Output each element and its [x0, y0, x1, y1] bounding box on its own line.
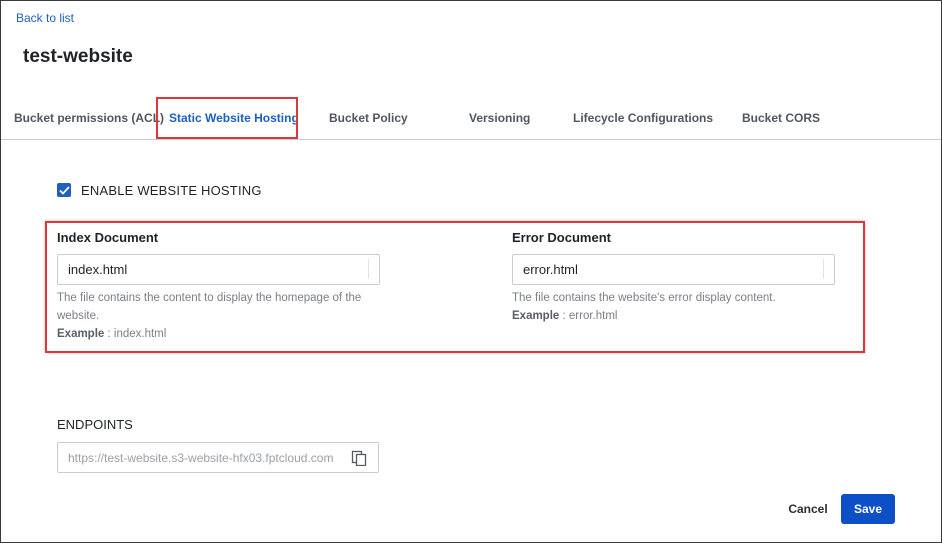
input-divider — [823, 259, 824, 279]
tab-bucket-permissions[interactable]: Bucket permissions (ACL) — [14, 111, 164, 125]
enable-website-hosting-toggle[interactable]: ENABLE WEBSITE HOSTING — [57, 181, 262, 199]
error-document-input[interactable] — [512, 254, 835, 285]
tab-versioning[interactable]: Versioning — [469, 111, 530, 125]
error-document-label: Error Document — [512, 230, 611, 245]
index-example-label: Example — [57, 328, 105, 340]
enable-website-hosting-label: ENABLE WEBSITE HOSTING — [81, 182, 262, 198]
endpoints-label: ENDPOINTS — [57, 417, 133, 432]
index-document-input[interactable] — [57, 254, 380, 285]
error-document-help: The file contains the website's error di… — [512, 289, 842, 325]
active-tab-highlight-box — [156, 97, 298, 139]
index-document-help-text: The file contains the content to display… — [57, 292, 362, 322]
page-title: test-website — [23, 46, 133, 67]
back-to-list-link[interactable]: Back to list — [16, 11, 74, 25]
index-example-value: : index.html — [104, 328, 167, 340]
tab-bucket-cors[interactable]: Bucket CORS — [742, 111, 820, 125]
bucket-detail-page: Back to list test-website Bucket permiss… — [0, 0, 942, 543]
error-example-value: : error.html — [559, 310, 618, 322]
error-document-help-text: The file contains the website's error di… — [512, 292, 776, 304]
cancel-button[interactable]: Cancel — [782, 494, 834, 524]
index-document-label: Index Document — [57, 230, 159, 245]
tab-bucket-policy[interactable]: Bucket Policy — [329, 111, 408, 125]
copy-icon[interactable] — [351, 450, 367, 467]
input-divider — [368, 259, 369, 279]
tab-bar: Bucket permissions (ACL) Static Website … — [1, 96, 941, 140]
save-button[interactable]: Save — [841, 494, 895, 524]
error-example-label: Example — [512, 310, 560, 322]
checkbox-checked-icon[interactable] — [57, 183, 71, 197]
endpoint-url-field[interactable]: https://test-website.s3-website-hfx03.fp… — [57, 442, 379, 473]
endpoint-url-text: https://test-website.s3-website-hfx03.fp… — [68, 451, 334, 465]
tab-lifecycle-configurations[interactable]: Lifecycle Configurations — [573, 111, 713, 125]
index-document-help: The file contains the content to display… — [57, 289, 387, 343]
